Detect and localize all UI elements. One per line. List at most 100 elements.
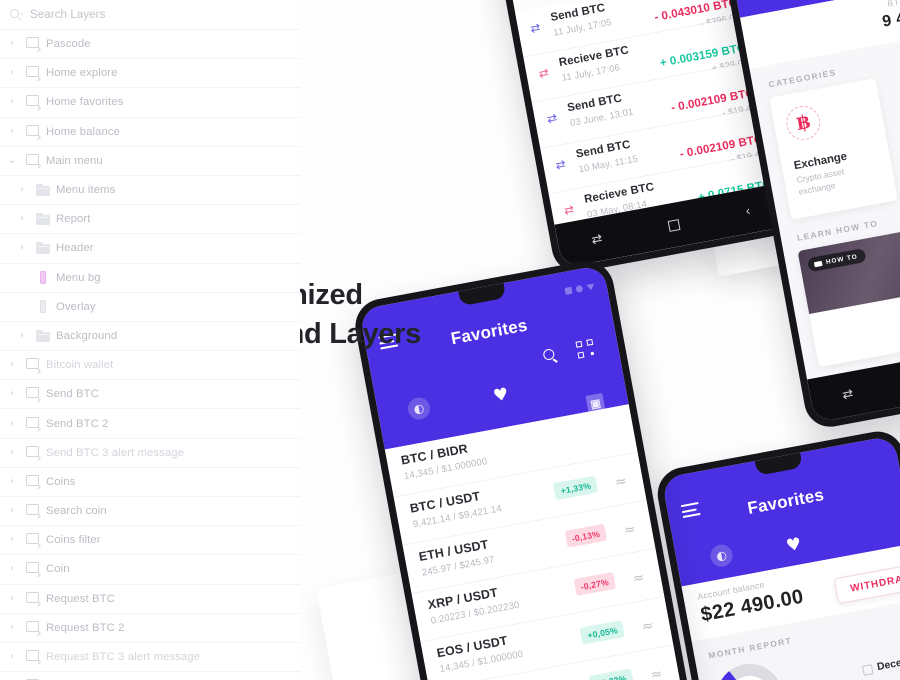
send-icon: ⇄ [545, 111, 559, 127]
layer-row-report[interactable]: › Report [0, 205, 300, 235]
month-report-label: MONTH REPORT [707, 635, 793, 661]
chevron-right-icon[interactable]: › [4, 68, 20, 78]
folder-icon [30, 184, 56, 197]
layer-label: Main menu [46, 154, 103, 167]
chevron-down-icon[interactable]: ⌄ [4, 155, 20, 166]
artboard-icon [20, 416, 46, 432]
favorites-tab[interactable]: ♥ [491, 384, 511, 407]
layer-label: Menu bg [56, 271, 101, 284]
artboard-icon [20, 37, 46, 53]
chevron-right-icon[interactable]: › [4, 360, 20, 370]
layer-label: Coins [46, 475, 76, 488]
wifi-icon [575, 284, 584, 293]
artboard-icon [20, 533, 46, 549]
layer-row-background[interactable]: › Background [0, 322, 300, 352]
rect-pink-icon [30, 271, 56, 285]
layer-row-overlay[interactable]: Overlay [0, 293, 300, 322]
heart-icon[interactable]: ♥ [785, 534, 804, 556]
month-label: December [876, 653, 900, 674]
layers-panel: › Pascode › Home explore › Home favorites › Hom… [0, 0, 300, 680]
chevron-right-icon[interactable]: › [4, 418, 20, 429]
chevron-right-icon[interactable]: › [4, 476, 20, 487]
layer-label: Report [56, 213, 91, 226]
layer-row-request-btc-2[interactable]: › Request BTC 2 [0, 614, 300, 643]
layer-label: Pascode [46, 38, 91, 51]
chevron-right-icon[interactable]: › [4, 126, 20, 137]
chevron-right-icon[interactable]: › [4, 447, 20, 458]
search-input[interactable] [30, 8, 230, 21]
chevron-right-icon[interactable]: › [4, 535, 20, 545]
bitcoin-exchange-icon: ฿ [783, 103, 824, 143]
layer-label: Overlay [56, 300, 96, 313]
layer-label: Send BTC 2 [46, 417, 109, 430]
recent-apps-icon[interactable]: ⇄ [590, 231, 603, 248]
layer-row-coins-filter[interactable]: › Coins filter [0, 526, 300, 556]
layer-row-send-btc-2[interactable]: › Send BTC 2 [0, 409, 300, 439]
chevron-right-icon[interactable]: › [4, 652, 20, 662]
layer-label: Request BTC [46, 592, 115, 605]
layer-row-bitcoin-wallet[interactable]: › Bitcoin wallet [0, 351, 300, 381]
layer-row-send-btc-3-alert-message[interactable]: › Send BTC 3 alert message [0, 439, 300, 468]
qr-code-icon[interactable] [575, 338, 595, 359]
category-card-exchange[interactable]: ฿ Exchange Crypto asset exchange [769, 78, 898, 220]
folder-icon [30, 329, 56, 342]
artboard-icon [20, 445, 46, 461]
phone-notch [458, 283, 507, 307]
search-icon [10, 8, 23, 21]
layer-row-search-coin[interactable]: › Search coin [0, 497, 300, 527]
artboard-icon [20, 591, 46, 607]
layer-row-btc-address[interactable]: ›BTC Address [0, 672, 300, 680]
explore-tab[interactable]: ◐ [406, 395, 432, 422]
artboard-icon [20, 562, 46, 578]
screenshot-stage: ⇄ Send BTC 11 July, 17:05 - 0.043010 BTC… [0, 0, 900, 680]
chevron-right-icon[interactable]: › [4, 506, 20, 516]
layer-label: Bitcoin wallet [46, 359, 114, 372]
artboard-icon [20, 620, 46, 637]
layer-row-coin[interactable]: › Coin [0, 555, 300, 585]
chevron-right-icon[interactable]: › [4, 389, 20, 399]
compass-icon[interactable]: ◐ [708, 542, 735, 569]
chevron-right-icon[interactable]: › [4, 593, 20, 604]
month-selector[interactable]: December [861, 653, 900, 676]
search-layers-row[interactable] [0, 0, 300, 30]
layer-row-pascode[interactable]: › Pascode [0, 30, 300, 60]
layer-row-coins[interactable]: › Coins [0, 468, 300, 497]
artboard-icon [20, 387, 46, 403]
chevron-right-icon[interactable]: › [4, 97, 20, 107]
layer-row-send-btc[interactable]: › Send BTC [0, 380, 300, 410]
artboard-icon [20, 504, 46, 520]
heart-icon: ♥ [491, 384, 511, 407]
layer-row-home-favorites[interactable]: › Home favorites [0, 88, 300, 118]
chevron-right-icon[interactable]: › [14, 185, 30, 195]
layer-row-main-menu[interactable]: ⌄ Main menu [0, 147, 300, 176]
layer-tree: › Pascode › Home explore › Home favorites › Hom… [0, 30, 300, 680]
phone-screen-balance: Favorites ◐ ♥ Account balance $22 490.00… [661, 435, 900, 680]
home-icon[interactable] [667, 218, 681, 232]
chevron-right-icon[interactable]: › [14, 330, 30, 341]
layer-row-menu-bg[interactable]: Menu bg [0, 264, 300, 293]
chevron-right-icon[interactable]: › [14, 214, 30, 224]
layer-label: Header [56, 242, 94, 255]
chevron-right-icon[interactable]: › [14, 243, 30, 253]
layer-label: Search coin [46, 505, 107, 518]
artboard-icon [20, 358, 46, 374]
layer-row-header[interactable]: › Header [0, 234, 300, 264]
back-icon[interactable]: ‹ [744, 203, 752, 219]
layer-row-home-explore[interactable]: › Home explore [0, 59, 300, 89]
calendar-icon [861, 663, 874, 676]
chevron-right-icon[interactable]: › [4, 39, 20, 49]
recent-apps-icon[interactable]: ⇄ [841, 386, 854, 403]
artboard-icon [20, 650, 46, 666]
status-bar-icons [564, 283, 596, 295]
chevron-right-icon[interactable]: › [4, 622, 20, 633]
layer-row-request-btc-3-alert-message[interactable]: › Request BTC 3 alert message [0, 643, 300, 673]
page-title: Favorites [745, 485, 826, 518]
layer-row-request-btc[interactable]: › Request BTC [0, 585, 300, 614]
layer-row-menu-items[interactable]: › Menu items [0, 176, 300, 206]
layer-row-home-balance[interactable]: › Home balance [0, 118, 300, 147]
phone-mockup-balance: Favorites ◐ ♥ Account balance $22 490.00… [653, 427, 900, 680]
month-report-donut-chart [711, 658, 789, 680]
search-icon[interactable] [542, 347, 559, 364]
chevron-right-icon[interactable]: › [4, 564, 20, 574]
receive-icon: ⇄ [537, 65, 550, 82]
